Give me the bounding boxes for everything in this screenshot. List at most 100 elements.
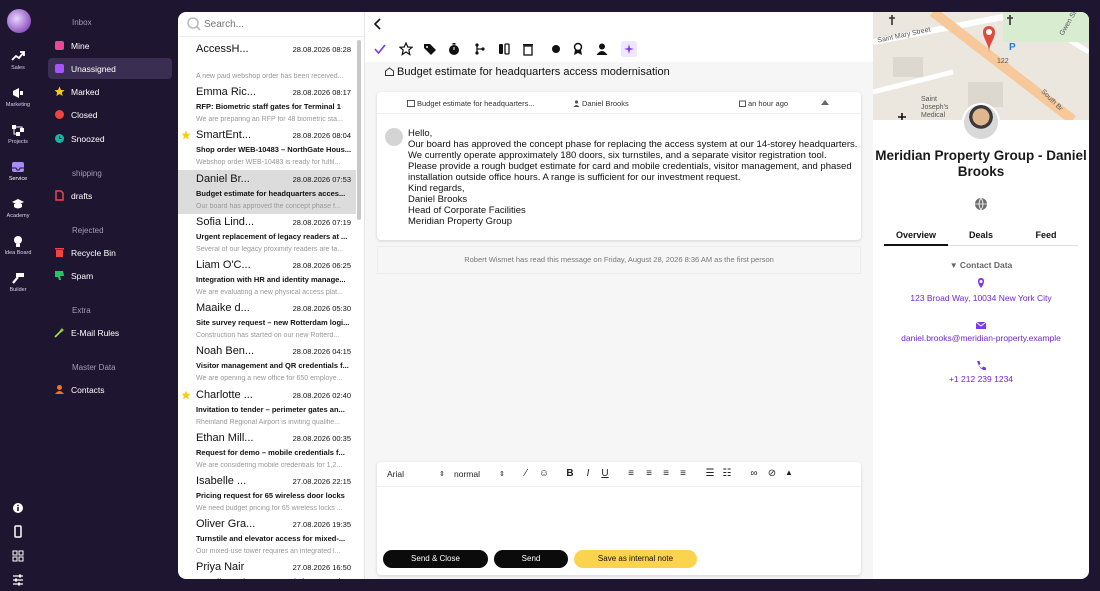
mail-list-item[interactable]: SmartEnt... 28.08.2026 08:04 Shop order WE… (178, 126, 356, 170)
contact-email[interactable]: daniel.brooks@meridian-property.example (873, 333, 1089, 343)
menu-item-closed[interactable]: Closed (48, 104, 172, 125)
back-icon[interactable] (371, 16, 385, 32)
rail-label: Idea Board (4, 250, 32, 256)
menu-item-mine[interactable]: Mine (48, 35, 172, 56)
size-select[interactable]: normal (454, 469, 480, 479)
contact-phone[interactable]: +1 212 239 1234 (873, 374, 1089, 384)
align-justify-icon[interactable]: ≡ (677, 468, 689, 480)
tab-overview[interactable]: Overview (884, 230, 948, 246)
menu-item-snoozed[interactable]: Snoozed (48, 128, 172, 149)
info-icon[interactable] (10, 500, 26, 516)
mail-preview: We are preparing an RFP for 48 biometric… (196, 116, 343, 124)
grid-icon[interactable] (10, 548, 26, 564)
rail-item-academy[interactable]: Academy (0, 198, 36, 219)
menu-item-unassigned[interactable]: Unassigned (48, 58, 172, 79)
attachment-icon[interactable]: ⊘ (766, 468, 778, 480)
body-line: We currently operate approximately 180 d… (408, 150, 827, 161)
rail-item-builder[interactable]: Builder (0, 272, 36, 293)
timer-icon[interactable] (447, 42, 461, 56)
mail-list-item[interactable]: Liam O'C... 28.08.2026 06:25 Integration w… (178, 256, 356, 300)
branch-icon[interactable] (473, 42, 487, 56)
mail-list-item[interactable]: Ethan Mill... 28.08.2026 00:35 Request for… (178, 429, 356, 473)
mobile-icon[interactable] (10, 524, 26, 540)
map-label: Saint Joseph's Medical (921, 96, 949, 119)
rail-item-idea-board[interactable]: Idea Board (0, 235, 36, 256)
ai-sparkle-icon[interactable] (621, 41, 637, 57)
bold-icon[interactable]: B (564, 468, 576, 480)
message-header[interactable]: Budget estimate for headquarters... Dani… (377, 92, 861, 114)
underline-icon[interactable]: U (599, 468, 611, 480)
menu-item-drafts[interactable]: drafts (48, 185, 172, 206)
mail-sender: Liam O'C... (196, 259, 251, 271)
collapse-toolbar-icon[interactable]: ▲ (783, 468, 795, 480)
contact-data-label: Contact Data (959, 260, 1013, 270)
star-outline-icon[interactable] (399, 42, 413, 56)
dot-icon[interactable] (549, 42, 563, 56)
check-icon[interactable] (373, 42, 387, 56)
search-input[interactable] (204, 17, 354, 32)
mail-list-item[interactable]: Priya Nair 27.08.2026 16:50 Compliance doc… (178, 558, 356, 579)
align-center-icon[interactable]: ≡ (643, 468, 655, 480)
font-select-caret-icon[interactable]: ⇕ (439, 470, 445, 478)
mail-sender: AccessH... (196, 43, 249, 55)
mail-subject: Budget estimate for headquarters acces..… (196, 188, 346, 198)
font-select[interactable]: Arial (387, 469, 404, 479)
split-icon[interactable] (497, 42, 511, 56)
chart-up-icon (11, 51, 25, 61)
menu-item-contacts[interactable]: Contacts (48, 379, 172, 400)
mail-list-item[interactable]: AccessH... 28.08.2026 08:28 A new paid web… (178, 40, 356, 84)
menu-item-marked[interactable]: Marked (48, 81, 172, 102)
numbered-list-icon[interactable]: ☷ (721, 468, 733, 480)
mail-list-item[interactable]: Maaike d... 28.08.2026 05:30 Site survey r… (178, 299, 356, 343)
mail-list-item[interactable]: Charlotte ... 28.08.2026 02:40 Invitation … (178, 386, 356, 430)
star-icon[interactable] (181, 390, 191, 400)
menu-item-label: Closed (71, 109, 98, 120)
send-button[interactable]: Send (494, 550, 568, 568)
award-icon[interactable] (571, 42, 585, 56)
rail-item-marketing[interactable]: Marketing (0, 87, 36, 108)
contact-data-heading[interactable]: ▼ Contact Data (873, 260, 1089, 270)
menu-item-spam[interactable]: Spam (48, 265, 172, 286)
clear-format-icon[interactable]: ⁄ (520, 468, 532, 480)
align-right-icon[interactable]: ≡ (660, 468, 672, 480)
graduation-cap-icon (12, 199, 24, 209)
bullet-list-icon[interactable]: ☰ (704, 468, 716, 480)
contact-address[interactable]: 123 Broad Way, 10034 New York City (873, 293, 1089, 303)
size-select-caret-icon[interactable]: ⇕ (499, 470, 505, 478)
envelope-icon (975, 321, 987, 329)
sliders-icon[interactable] (10, 572, 26, 588)
link-icon[interactable]: ∞ (748, 468, 760, 480)
mail-list-item[interactable]: Isabelle ... 27.08.2026 22:15 Pricing requ… (178, 472, 356, 516)
trash-icon[interactable] (521, 42, 535, 56)
mail-list-item[interactable]: Noah Ben... 28.08.2026 04:15 Visitor manag… (178, 342, 356, 386)
user-avatar[interactable] (7, 9, 31, 33)
rail-item-sales[interactable]: Sales (0, 50, 36, 71)
menu-item-recycle-bin[interactable]: Recycle Bin (48, 242, 172, 263)
tab-feed[interactable]: Feed (1014, 230, 1078, 240)
mail-list-item[interactable]: Oliver Gra... 27.08.2026 19:35 Turnstile a… (178, 515, 356, 559)
collapse-caret-icon[interactable] (821, 99, 829, 105)
tag-icon[interactable] (423, 42, 437, 56)
zoom-in-icon[interactable] (897, 112, 907, 120)
menu-item-email-rules[interactable]: E-Mail Rules (48, 322, 172, 343)
magic-wand-icon (54, 327, 65, 338)
globe-icon[interactable] (974, 197, 988, 211)
rail-item-service[interactable]: Service (0, 161, 36, 182)
header-subject: Budget estimate for headquarters... (407, 99, 535, 108)
hierarchy-icon (12, 125, 24, 136)
menu-item-label: Unassigned (71, 63, 116, 74)
send-and-close-button[interactable]: Send & Close (383, 550, 488, 568)
mail-list-item[interactable]: Sofia Lind... 28.08.2026 07:19 Urgent repl… (178, 213, 356, 257)
save-internal-note-button[interactable]: Save as internal note (574, 550, 697, 568)
format-toolbar: Arial ⇕ normal ⇕ ⁄ ☺ B I U ≡ ≡ ≡ ≡ ☰ ☷ ∞… (377, 462, 861, 487)
mail-list-item[interactable]: Emma Ric... 28.08.2026 08:17 RFP: Biometri… (178, 83, 356, 127)
list-scrollbar[interactable] (357, 40, 361, 220)
mail-list-item[interactable]: Daniel Br... 28.08.2026 07:53 Budget estim… (178, 169, 356, 214)
align-left-icon[interactable]: ≡ (625, 468, 637, 480)
emoji-icon[interactable]: ☺ (538, 468, 550, 480)
tab-deals[interactable]: Deals (949, 230, 1013, 240)
rail-item-projects[interactable]: Projects (0, 124, 36, 145)
star-icon[interactable] (181, 130, 191, 140)
person-icon[interactable] (595, 42, 609, 56)
italic-icon[interactable]: I (582, 468, 594, 480)
